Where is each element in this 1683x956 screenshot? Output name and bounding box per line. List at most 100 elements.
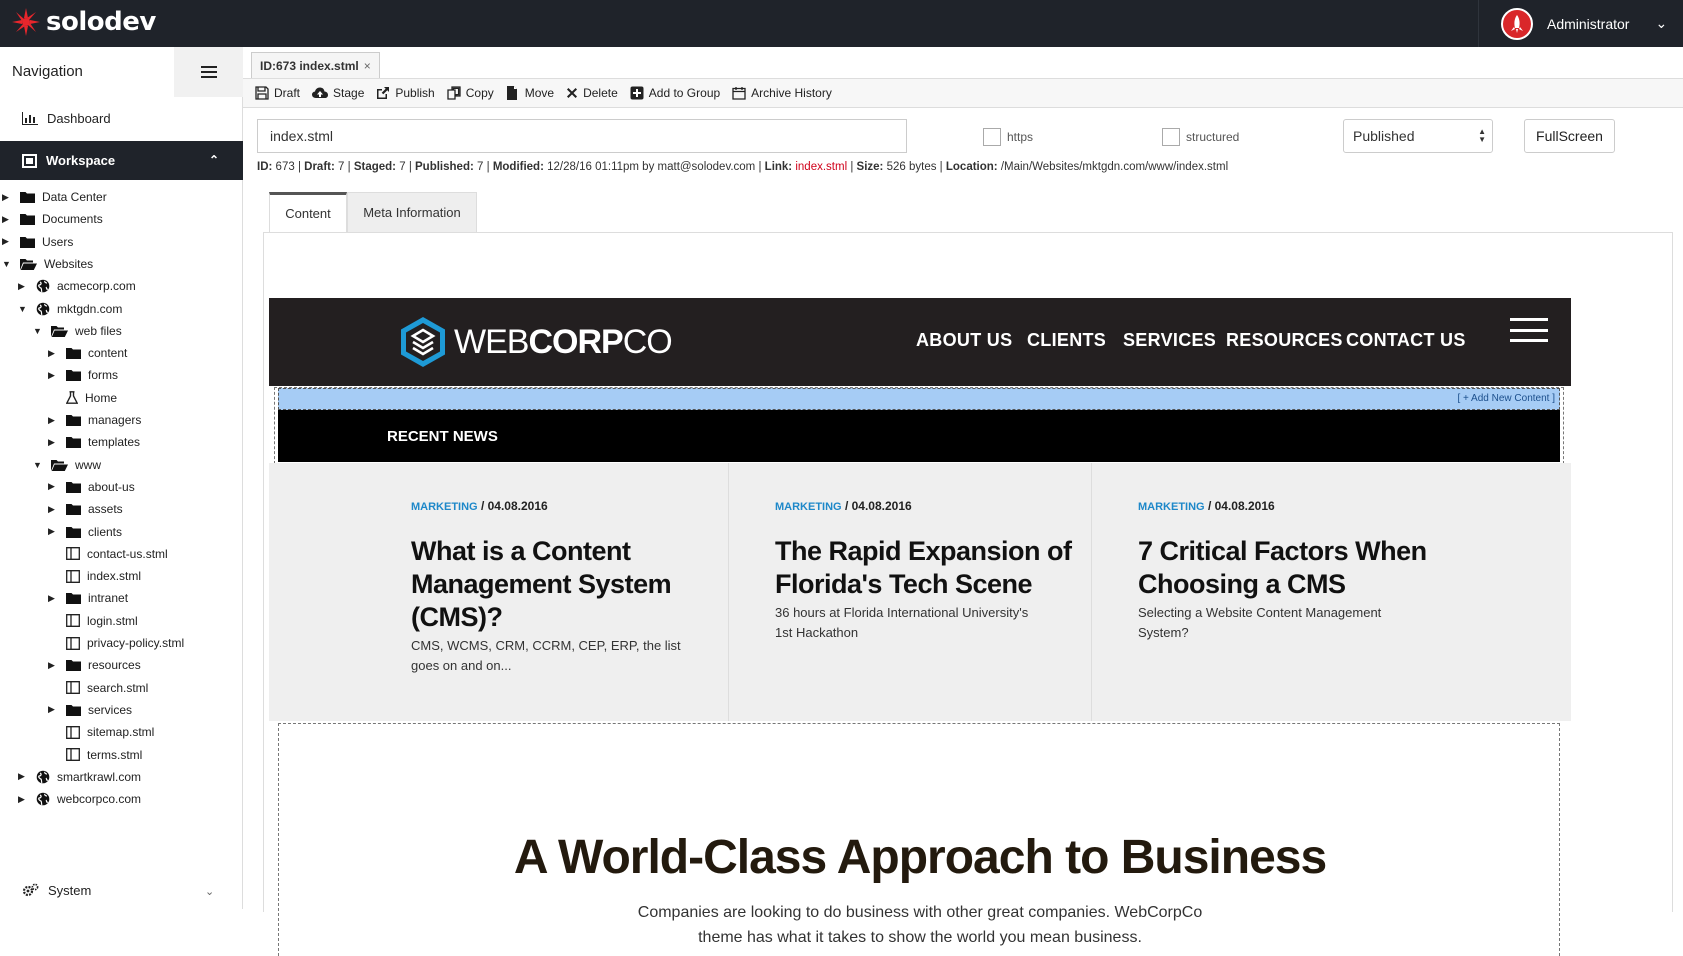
caret-right-icon[interactable]: ▶ [2, 214, 12, 225]
news-card[interactable]: MARKETING / 04.08.2016 What is a Content… [269, 463, 729, 721]
card-category[interactable]: MARKETING [775, 501, 842, 513]
fullscreen-button[interactable]: FullScreen [1524, 119, 1615, 153]
caret-right-icon[interactable]: ▶ [48, 660, 58, 671]
filename-input[interactable]: index.stml [257, 119, 907, 153]
tree-item[interactable]: ▶ smartkrawl.com [18, 766, 141, 788]
preview-menu-contact-us[interactable]: CONTACT US [1346, 330, 1466, 351]
caret-right-icon[interactable]: ▶ [48, 370, 58, 381]
card-category[interactable]: MARKETING [411, 501, 478, 513]
file-template-icon [66, 748, 80, 761]
tree-item[interactable]: search.stml [48, 677, 148, 699]
card-category[interactable]: MARKETING [1138, 501, 1205, 513]
draft-button[interactable]: Draft [255, 86, 300, 100]
news-card[interactable]: MARKETING / 04.08.2016 The Rapid Expansi… [729, 463, 1092, 721]
tree-item[interactable]: Home [48, 387, 117, 409]
tree-item[interactable]: ▶ acmecorp.com [18, 275, 136, 297]
solodev-logo[interactable]: solodev [10, 6, 156, 38]
caret-right-icon[interactable]: ▶ [48, 504, 58, 515]
sidebar-item-dashboard[interactable]: Dashboard [22, 111, 111, 126]
webcorpco-logo[interactable]: WEBCORPCO [400, 316, 673, 368]
caret-down-icon[interactable]: ▼ [33, 460, 43, 470]
file-link[interactable]: index.stml [795, 161, 847, 173]
preview-menu-resources[interactable]: RESOURCES [1226, 330, 1343, 351]
caret-down-icon[interactable]: ▼ [2, 259, 12, 269]
caret-right-icon[interactable]: ▶ [18, 794, 28, 805]
caret-right-icon[interactable]: ▶ [18, 281, 28, 292]
tree-item[interactable]: ▶ forms [48, 364, 118, 386]
add-new-content-link[interactable]: [ + Add New Content ] [1457, 393, 1555, 404]
sidebar-item-system[interactable]: System ⌄ [22, 883, 214, 898]
file-tab[interactable]: ID:673 index.stml × [251, 52, 380, 78]
copy-button[interactable]: Copy [447, 86, 494, 100]
https-checkbox-box[interactable] [983, 128, 1001, 146]
card-desc-line: 36 hours at Florida International Univer… [775, 605, 1029, 620]
card-desc-line: Selecting a Website Content Management [1138, 605, 1382, 620]
tree-item[interactable]: ▶ webcorpco.com [18, 788, 141, 810]
chevron-down-icon[interactable]: ⌄ [1655, 15, 1667, 32]
tab-meta-information[interactable]: Meta Information [347, 192, 477, 232]
sidebar-toggle-button[interactable] [174, 47, 243, 97]
tab-content[interactable]: Content [269, 192, 347, 232]
structured-checkbox-box[interactable] [1162, 128, 1180, 146]
tree-item[interactable]: ▶ Data Center [2, 186, 107, 208]
hamburger-icon[interactable] [1510, 318, 1548, 342]
tree-item[interactable]: ▼ Websites [2, 253, 93, 275]
caret-right-icon[interactable]: ▶ [2, 236, 12, 247]
tree-item[interactable]: ▼ www [33, 454, 101, 476]
stage-button[interactable]: Stage [312, 86, 364, 100]
tree-item[interactable]: ▶ services [48, 699, 132, 721]
caret-down-icon[interactable]: ▼ [33, 326, 43, 336]
card-title[interactable]: 7 Critical Factors When Choosing a CMS [1138, 535, 1427, 601]
tree-item[interactable]: ▼ web files [33, 320, 122, 342]
caret-right-icon[interactable]: ▶ [48, 348, 58, 359]
tree-item-label: forms [88, 368, 118, 383]
tree-item[interactable]: ▶ managers [48, 409, 141, 431]
tree-item[interactable]: contact-us.stml [48, 543, 168, 565]
tree-item[interactable]: sitemap.stml [48, 721, 154, 743]
publish-button[interactable]: Publish [376, 86, 435, 100]
preview-menu-clients[interactable]: CLIENTS [1027, 330, 1106, 351]
card-title[interactable]: What is a Content Management System (CMS… [411, 535, 672, 634]
sidebar-item-workspace[interactable]: Workspace ⌃ [0, 141, 243, 180]
file-template-icon [66, 569, 80, 583]
caret-right-icon[interactable]: ▶ [48, 481, 58, 492]
tree-item[interactable]: ▶ about-us [48, 476, 135, 498]
status-select[interactable]: Published ▲ ▼ [1343, 119, 1493, 153]
tree-item[interactable]: index.stml [48, 565, 141, 587]
structured-checkbox[interactable]: structured [1162, 128, 1239, 146]
tree-item[interactable]: privacy-policy.stml [48, 632, 184, 654]
close-icon[interactable]: × [364, 59, 371, 73]
tree-item[interactable]: ▶ intranet [48, 587, 128, 609]
tree-item[interactable]: ▶ templates [48, 431, 140, 453]
news-card[interactable]: MARKETING / 04.08.2016 7 Critical Factor… [1092, 463, 1571, 721]
delete-button[interactable]: Delete [566, 86, 618, 100]
tree-item[interactable]: ▶ Documents [2, 208, 103, 230]
caret-right-icon[interactable]: ▶ [48, 437, 58, 448]
move-button[interactable]: Move [506, 86, 554, 100]
chevron-up-icon[interactable]: ⌃ [209, 153, 219, 167]
caret-right-icon[interactable]: ▶ [48, 526, 58, 537]
tree-item[interactable]: login.stml [48, 610, 138, 632]
chevron-down-icon[interactable]: ⌄ [205, 885, 214, 898]
caret-right-icon[interactable]: ▶ [48, 593, 58, 604]
preview-menu-about-us[interactable]: ABOUT US [916, 330, 1012, 351]
tree-item[interactable]: ▶ clients [48, 521, 122, 543]
tree-item-icon [66, 748, 87, 761]
caret-right-icon[interactable]: ▶ [48, 415, 58, 426]
caret-down-icon[interactable]: ▼ [18, 304, 28, 314]
tree-item[interactable]: ▼ mktgdn.com [18, 298, 122, 320]
caret-right-icon[interactable]: ▶ [48, 704, 58, 715]
https-checkbox[interactable]: https [983, 128, 1033, 146]
user-menu[interactable]: Administrator ⌄ [1478, 0, 1683, 47]
tree-item[interactable]: ▶ assets [48, 498, 123, 520]
tree-item[interactable]: ▶ content [48, 342, 127, 364]
tree-item[interactable]: ▶ Users [2, 231, 73, 253]
tree-item[interactable]: ▶ resources [48, 654, 141, 676]
tree-item[interactable]: terms.stml [48, 744, 142, 766]
archive-history-button[interactable]: Archive History [732, 86, 832, 100]
caret-right-icon[interactable]: ▶ [18, 771, 28, 782]
caret-right-icon[interactable]: ▶ [2, 192, 12, 203]
preview-menu-services[interactable]: SERVICES [1123, 330, 1216, 351]
add-to-group-button[interactable]: Add to Group [630, 86, 720, 100]
card-title[interactable]: The Rapid Expansion of Florida's Tech Sc… [775, 535, 1072, 601]
